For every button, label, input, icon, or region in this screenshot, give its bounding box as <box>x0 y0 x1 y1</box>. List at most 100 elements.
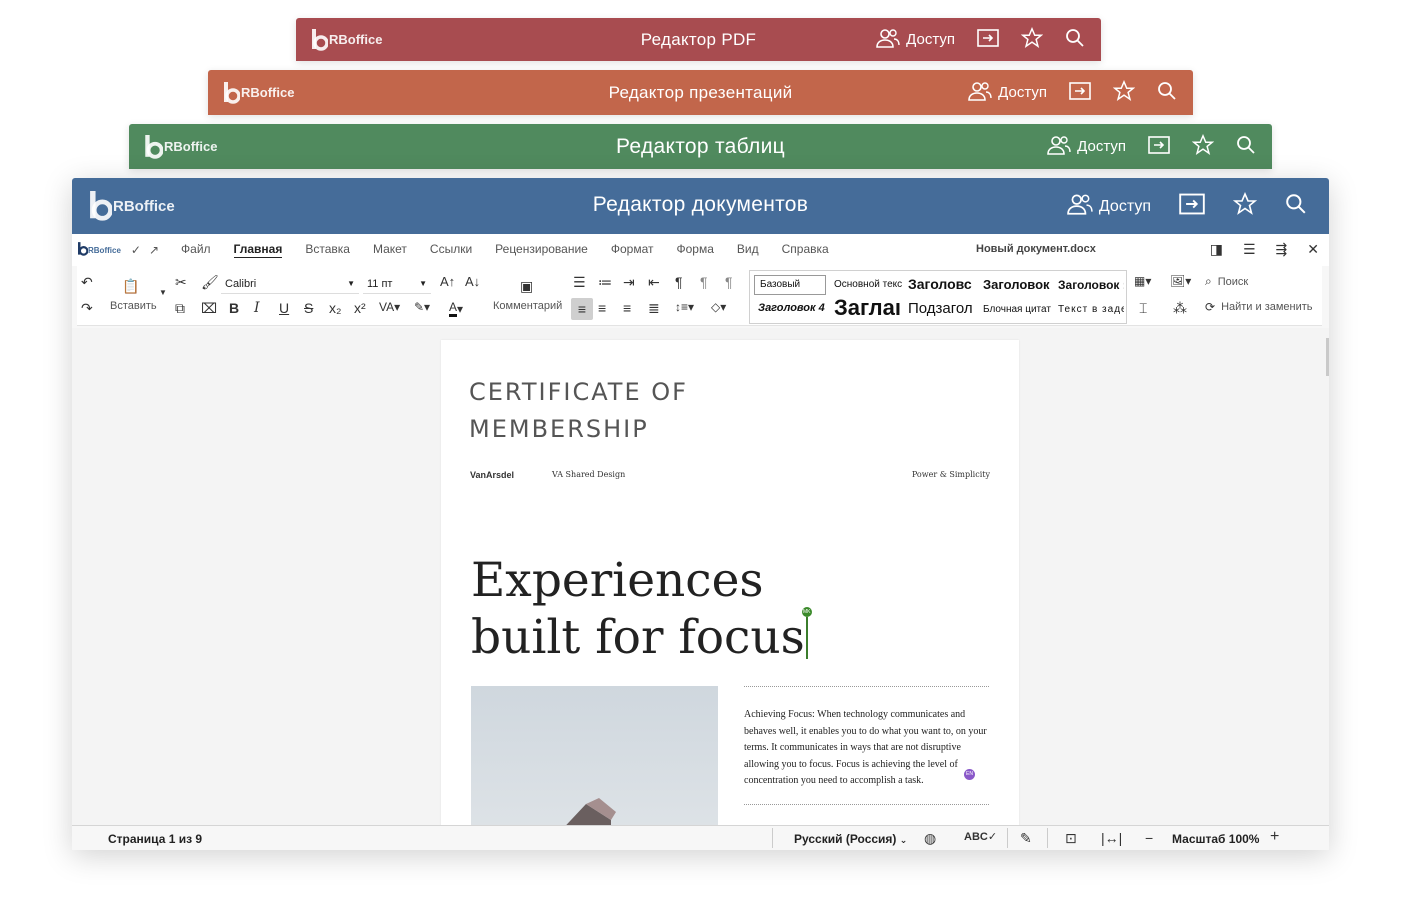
language-select[interactable]: Русский (Россия) ⌄ <box>794 832 907 846</box>
find-replace-button[interactable]: ⟳ Найти и заменить <box>1205 300 1313 314</box>
tab-home[interactable]: Главная <box>233 242 283 258</box>
multilevel-list-icon[interactable]: ⇥ <box>623 274 635 291</box>
font-color-icon[interactable]: A ▾ <box>449 300 463 317</box>
search-icon[interactable] <box>1236 135 1256 159</box>
outline-list-icon[interactable]: ☰ <box>1243 241 1256 258</box>
favorite-star-icon[interactable] <box>1112 79 1136 106</box>
copy-icon[interactable]: ⧉ <box>175 300 185 317</box>
character-spacing-icon[interactable]: VA▾ <box>379 300 400 314</box>
format-painter-icon[interactable]: 🖌 <box>201 274 219 291</box>
tab-form[interactable]: Форма <box>676 242 713 258</box>
font-size-select[interactable]: 11 пт ▼ <box>363 274 431 294</box>
favorite-star-icon[interactable] <box>1232 191 1258 221</box>
tab-layout[interactable]: Макет <box>373 242 407 258</box>
presentation-editor-window[interactable]: RBoffice Редактор презентаций Доступ <box>208 70 1193 115</box>
clear-format-icon[interactable]: ⌧ <box>201 300 217 317</box>
tab-review[interactable]: Рецензирование <box>495 242 588 258</box>
settings-sliders-icon[interactable]: ⇶ <box>1276 241 1288 258</box>
align-center-icon[interactable]: ≡ <box>598 300 606 316</box>
numbered-list-icon[interactable]: ≔ <box>598 274 612 291</box>
highlight-color-icon[interactable]: ✎▾ <box>414 300 430 314</box>
open-location-icon[interactable] <box>1069 81 1091 105</box>
tab-view[interactable]: Вид <box>737 242 759 258</box>
font-family-select[interactable]: Calibri ▼ <box>221 274 359 294</box>
rtl-paragraph-icon[interactable]: ¶ <box>725 274 733 290</box>
increase-font-icon[interactable]: A↑ <box>440 274 455 289</box>
comment-icon[interactable]: ▣ <box>520 278 533 295</box>
style-item[interactable]: Заголовок 4 <box>758 302 828 314</box>
access-button[interactable]: Доступ <box>968 81 1047 105</box>
open-location-icon[interactable] <box>1179 192 1205 221</box>
access-button[interactable]: Доступ <box>876 28 955 52</box>
comment-label[interactable]: Комментарий <box>493 300 562 312</box>
justify-icon[interactable]: ≣ <box>648 300 660 317</box>
redo-icon[interactable]: ↷ <box>81 300 93 317</box>
ltr-paragraph-icon[interactable]: ¶ <box>700 274 708 290</box>
bullet-list-icon[interactable]: ☰ <box>573 274 586 291</box>
style-item[interactable]: Заголовок <box>983 277 1053 292</box>
style-item[interactable]: Текст в заде <box>1058 304 1124 315</box>
superscript-icon[interactable]: x² <box>354 300 366 316</box>
styles-gallery[interactable]: Базовый Основной текс Заголовс Заголовок… <box>749 270 1127 324</box>
style-item[interactable]: Базовый <box>754 275 826 295</box>
decrease-font-icon[interactable]: A↓ <box>465 274 480 289</box>
paste-dropdown-icon[interactable]: ▼ <box>159 288 167 297</box>
italic-icon[interactable]: I <box>254 300 260 316</box>
globe-icon[interactable]: ◍ <box>924 830 936 847</box>
tab-insert[interactable]: Вставка <box>305 242 350 258</box>
fit-page-icon[interactable]: ⊡ <box>1065 830 1077 847</box>
tab-references[interactable]: Ссылки <box>430 242 472 258</box>
strikethrough-icon[interactable]: S <box>304 300 313 316</box>
document-editor-window[interactable]: RBoffice Редактор документов Доступ RBof… <box>72 178 1329 850</box>
style-item[interactable]: Подзагол <box>908 300 978 317</box>
underline-icon[interactable]: U <box>279 300 289 316</box>
tab-file[interactable]: Файл <box>181 242 211 258</box>
document-canvas[interactable]: CERTIFICATE OF MEMBERSHIP VanArsdel VA S… <box>72 328 1329 830</box>
zoom-in-icon[interactable]: + <box>1270 828 1279 846</box>
search-icon[interactable] <box>1285 193 1307 220</box>
decrease-indent-icon[interactable]: ⇤ <box>648 274 660 291</box>
open-external-icon[interactable]: ↗ <box>149 243 159 257</box>
document-page[interactable]: CERTIFICATE OF MEMBERSHIP VanArsdel VA S… <box>441 340 1019 830</box>
style-item[interactable]: Заголовок : <box>1058 278 1124 292</box>
cut-icon[interactable]: ✂ <box>175 274 187 291</box>
access-button[interactable]: Доступ <box>1047 135 1126 159</box>
search-button[interactable]: ⌕ Поиск <box>1205 274 1248 289</box>
fit-width-icon[interactable]: |↔| <box>1101 830 1122 846</box>
access-button[interactable]: Доступ <box>1067 193 1151 220</box>
save-check-icon[interactable]: ✓ <box>131 243 141 257</box>
zoom-out-icon[interactable]: − <box>1145 830 1153 846</box>
tab-format[interactable]: Формат <box>611 242 654 258</box>
close-icon[interactable]: ✕ <box>1307 241 1319 258</box>
bold-icon[interactable]: B <box>229 300 239 316</box>
insert-field-icon[interactable]: ⁂ <box>1173 300 1187 317</box>
style-item[interactable]: Заголовс <box>908 276 978 292</box>
paragraph-mark-icon[interactable]: ¶ <box>675 274 683 290</box>
tab-help[interactable]: Справка <box>782 242 829 258</box>
align-left-icon[interactable]: ≡ <box>571 298 593 320</box>
align-right-icon[interactable]: ≡ <box>623 300 631 316</box>
sidebar-toggle-icon[interactable]: ◨ <box>1210 241 1223 258</box>
line-spacing-icon[interactable]: ↕≡▾ <box>675 300 694 314</box>
paragraph-shading-icon[interactable]: ◇▾ <box>711 300 726 314</box>
spreadsheet-editor-window[interactable]: RBoffice Редактор таблиц Доступ <box>129 124 1272 169</box>
subscript-icon[interactable]: x₂ <box>329 300 341 316</box>
insert-image-icon[interactable]: 🖼▾ <box>1170 274 1191 288</box>
search-icon[interactable] <box>1065 28 1085 52</box>
style-item[interactable]: Заглаı <box>834 295 904 321</box>
clipboard-icon[interactable]: 📋 <box>122 278 139 295</box>
insert-text-icon[interactable]: ⌶ <box>1139 300 1147 317</box>
open-location-icon[interactable] <box>1148 135 1170 159</box>
undo-icon[interactable]: ↶ <box>81 274 93 291</box>
vertical-scrollbar[interactable] <box>1326 338 1329 376</box>
search-icon[interactable] <box>1157 81 1177 105</box>
paste-label[interactable]: Вставить <box>110 300 157 312</box>
track-changes-icon[interactable]: ✎ <box>1020 830 1032 847</box>
style-item[interactable]: Блочная цитат <box>983 304 1053 315</box>
spellcheck-icon[interactable]: ABC✓ <box>964 830 997 843</box>
pdf-editor-window[interactable]: RBoffice Редактор PDF Доступ <box>296 18 1101 61</box>
open-location-icon[interactable] <box>977 28 999 52</box>
favorite-star-icon[interactable] <box>1020 26 1044 53</box>
style-item[interactable]: Основной текс <box>834 279 904 290</box>
insert-table-icon[interactable]: ▦▾ <box>1134 274 1151 288</box>
